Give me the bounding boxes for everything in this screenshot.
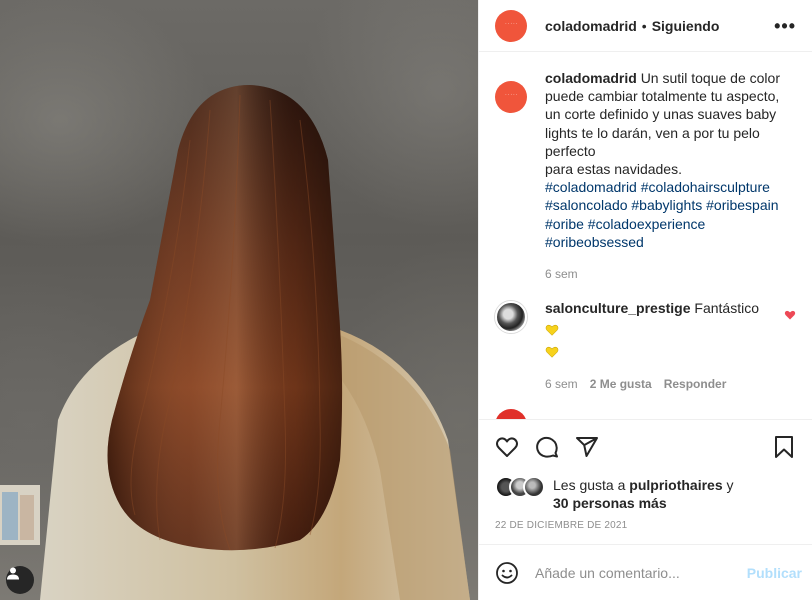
like-icon[interactable] — [495, 435, 519, 459]
comments-list[interactable]: coladomadrid Un sutil toque de color pue… — [479, 53, 812, 419]
comment-text: salonculture_prestige Fantástico — [545, 297, 775, 363]
following-button[interactable]: Siguiendo — [652, 18, 720, 34]
caption-line: perfecto — [545, 142, 596, 159]
post-actions: Les gusta a pulpriothaires y 30 personas… — [479, 419, 812, 531]
yellow-heart-icon — [545, 324, 559, 336]
author-username[interactable]: coladomadrid — [545, 18, 637, 34]
add-comment-bar: Añade un comentario... Publicar — [479, 544, 812, 600]
comment-like-icon[interactable] — [784, 309, 796, 321]
hashtag-line[interactable]: #coladomadrid #coladohairsculpture — [545, 179, 770, 195]
comment-icon[interactable] — [535, 435, 559, 459]
share-icon[interactable] — [575, 435, 599, 459]
others-likes-link[interactable]: 30 personas más — [553, 495, 667, 511]
liker-avatar — [523, 476, 545, 498]
caption-username[interactable]: coladomadrid — [545, 70, 637, 86]
author-avatar[interactable] — [495, 9, 527, 42]
hashtag-line[interactable]: #saloncolado #babylights #oribespain — [545, 197, 779, 213]
likes-prefix: Les gusta a — [553, 477, 626, 493]
comment-row: salonculture_prestige Fantástico — [495, 297, 796, 363]
hashtag-line[interactable]: #oribe #coladoexperience — [545, 216, 705, 232]
commenter-avatar[interactable] — [495, 301, 527, 334]
emoji-icon[interactable] — [495, 561, 519, 585]
likes-text: Les gusta a pulpriothaires y 30 personas… — [553, 476, 734, 512]
yellow-heart-icon — [545, 346, 559, 358]
commenter-username[interactable]: salonculture_prestige — [545, 300, 691, 316]
post-date: 22 DE DICIEMBRE DE 2021 — [495, 520, 628, 531]
comment-likes[interactable]: 2 Me gusta — [590, 377, 652, 391]
comment-row-partial — [495, 409, 796, 419]
comment-body: Fantástico — [694, 300, 759, 317]
tagged-users-button[interactable] — [6, 566, 34, 594]
caption-time: 6 sem — [545, 267, 578, 282]
comment-meta: 6 sem 2 Me gusta Responder — [545, 377, 796, 391]
post-header: coladomadrid • Siguiendo ••• — [479, 0, 812, 52]
reply-button[interactable]: Responder — [664, 377, 727, 391]
publish-button[interactable]: Publicar — [747, 565, 802, 581]
comment-time: 6 sem — [545, 377, 578, 392]
caption-line: Un sutil toque de color — [640, 70, 780, 86]
more-options-icon[interactable]: ••• — [774, 17, 796, 35]
likes-summary: Les gusta a pulpriothaires y 30 personas… — [495, 476, 796, 512]
hashtag-line[interactable]: #oribeobsessed — [545, 234, 644, 250]
user-icon — [7, 567, 19, 580]
caption-line: lights te lo darán, ven a por tu pelo — [545, 124, 760, 141]
caption-text: coladomadrid Un sutil toque de color pue… — [545, 69, 791, 251]
post-photo[interactable] — [0, 0, 478, 600]
liker-username[interactable]: pulpriothaires — [629, 477, 722, 493]
caption-row: coladomadrid Un sutil toque de color pue… — [495, 69, 796, 251]
likers-avatars[interactable] — [495, 476, 549, 498]
post-panel: coladomadrid • Siguiendo ••• coladomadri… — [478, 0, 812, 600]
commenter-avatar[interactable] — [495, 409, 527, 419]
bookmark-icon[interactable] — [772, 435, 796, 459]
action-bar — [495, 420, 796, 474]
caption-line: puede cambiar totalmente tu aspecto, — [545, 88, 780, 105]
caption-line: para estas navidades. — [545, 161, 682, 178]
separator-dot: • — [641, 17, 647, 34]
hair-illustration — [0, 85, 470, 600]
caption-line: un corte definido y unas suaves baby — [545, 106, 777, 123]
likes-suffix: y — [726, 477, 734, 493]
caption-avatar[interactable] — [495, 81, 527, 113]
comment-input[interactable]: Añade un comentario... — [535, 565, 747, 581]
